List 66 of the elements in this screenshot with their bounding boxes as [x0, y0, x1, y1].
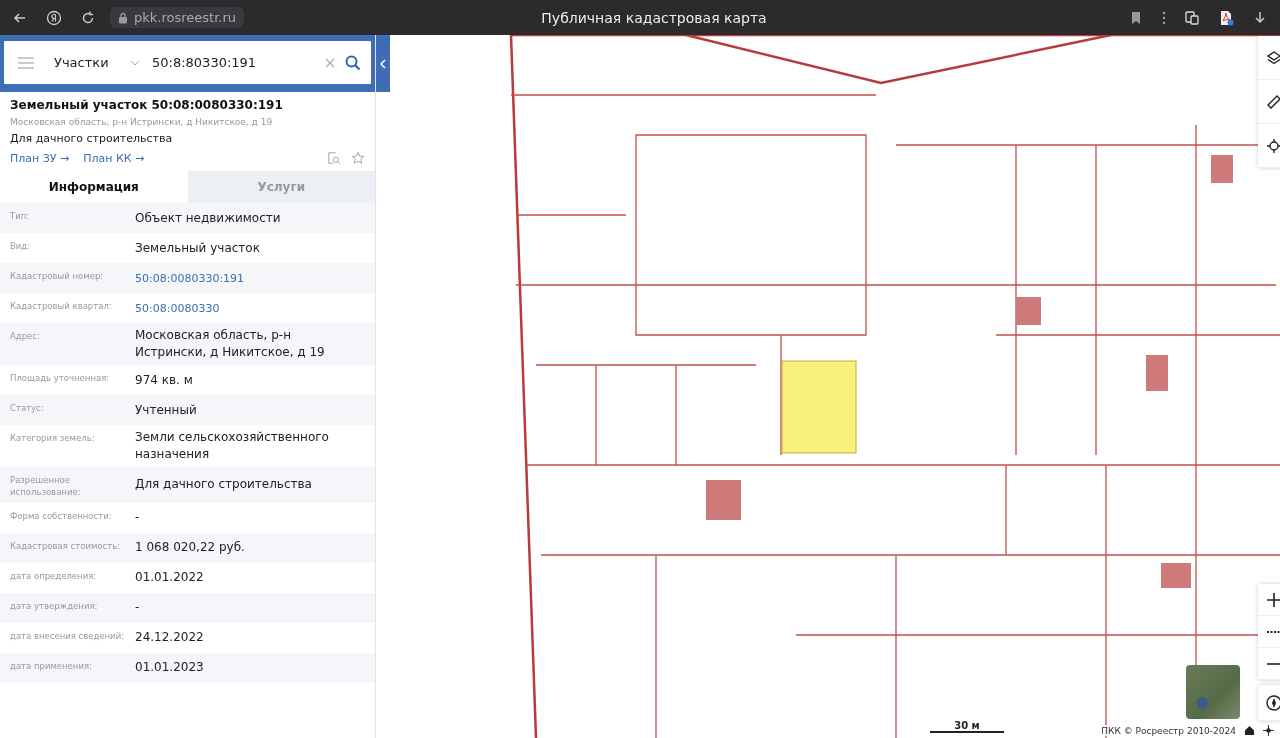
- field-label: Разрешенное использование:: [10, 474, 82, 499]
- chevron-left-icon: [380, 58, 386, 69]
- zoom-out-button[interactable]: [1258, 648, 1280, 680]
- field-value: Объект недвижимости: [135, 209, 282, 227]
- attribution: ПКК © Росреестр 2010-2024: [1101, 725, 1236, 736]
- zoom-in-button[interactable]: [1258, 584, 1280, 616]
- field-value: 974 кв. м: [135, 371, 194, 389]
- object-title: Земельный участок 50:08:0080330:191: [10, 98, 284, 112]
- reload-icon[interactable]: [80, 9, 96, 26]
- download-icon[interactable]: [1252, 9, 1268, 26]
- layers-icon: [1266, 49, 1280, 66]
- field-value: Для дачного строительства: [135, 476, 313, 494]
- field-label: Статус:: [10, 402, 45, 415]
- field-value: -: [135, 599, 141, 617]
- dots-icon: [1266, 629, 1280, 634]
- lock-icon: [118, 11, 128, 24]
- field-value: Московская область, р-н Истрински, д Никитское, д 19: [135, 327, 326, 361]
- object-address: Московская область, р-н Истрински, д Никитское, д 19: [10, 117, 274, 127]
- field-value: Земельный участок: [135, 239, 261, 257]
- field-label: дата применения:: [10, 659, 93, 673]
- compass-icon: [1266, 694, 1280, 711]
- plus-icon: [1266, 591, 1280, 608]
- field-label: Кадастровый квартал:: [10, 300, 113, 313]
- field-label: дата утверждения:: [10, 599, 99, 613]
- field-value: Земли сельскохозяйственного назначения: [135, 429, 330, 463]
- layers-button[interactable]: [1258, 36, 1280, 80]
- field-value: -: [135, 509, 141, 527]
- field-link[interactable]: 50:08:0080330:191: [135, 269, 360, 287]
- plan-link[interactable]: План ЗУ →: [10, 151, 70, 165]
- field-value: 01.01.2022: [135, 569, 205, 587]
- minus-icon: [1266, 662, 1280, 665]
- field-label: Площадь уточненная:: [10, 372, 111, 385]
- home-icon[interactable]: [1244, 725, 1255, 736]
- pdf-icon[interactable]: [1218, 9, 1234, 26]
- plan-link[interactable]: План КК →: [83, 151, 145, 165]
- collapse-panel-button[interactable]: [376, 35, 390, 92]
- extension-icon[interactable]: [1184, 9, 1200, 26]
- compass-button[interactable]: [1258, 685, 1280, 721]
- field-label: Кадастровый номер:: [10, 270, 105, 283]
- field-label: Адрес:: [10, 330, 41, 343]
- browser-logo-icon[interactable]: [46, 9, 62, 26]
- field-value: Учтенный: [135, 401, 198, 419]
- field-value: 01.01.2023: [135, 659, 205, 677]
- search-icon[interactable]: [345, 54, 361, 71]
- field-label: Кадастровая стоимость:: [10, 539, 122, 553]
- ruler-button[interactable]: [1258, 80, 1280, 124]
- category-dropdown[interactable]: Участки: [44, 55, 120, 70]
- ruler-icon: [1266, 93, 1280, 110]
- field-label: Форма собственности:: [10, 509, 113, 523]
- field-value: 1 068 020,22 руб.: [135, 539, 246, 557]
- star-icon[interactable]: [351, 151, 365, 165]
- field-label: Тип:: [10, 210, 31, 223]
- satellite-thumbnail[interactable]: [1186, 665, 1240, 719]
- object-purpose: Для дачного строительства: [10, 132, 174, 145]
- crosshair-icon[interactable]: [1263, 725, 1274, 736]
- field-value: 24.12.2022: [135, 629, 205, 647]
- field-link[interactable]: 50:08:0080330: [135, 299, 360, 317]
- field-label: Категория земель:: [10, 432, 96, 445]
- field-label: Вид:: [10, 240, 32, 253]
- field-label: дата определения:: [10, 569, 98, 583]
- location-icon: [1266, 137, 1280, 154]
- more-icon[interactable]: [1162, 9, 1166, 26]
- address-bar[interactable]: pkk.rosreestr.ru: [110, 7, 245, 28]
- location-button[interactable]: [1258, 124, 1280, 168]
- scale-bar: 30 м: [930, 720, 1004, 733]
- field-label: дата внесения сведений:: [10, 629, 126, 643]
